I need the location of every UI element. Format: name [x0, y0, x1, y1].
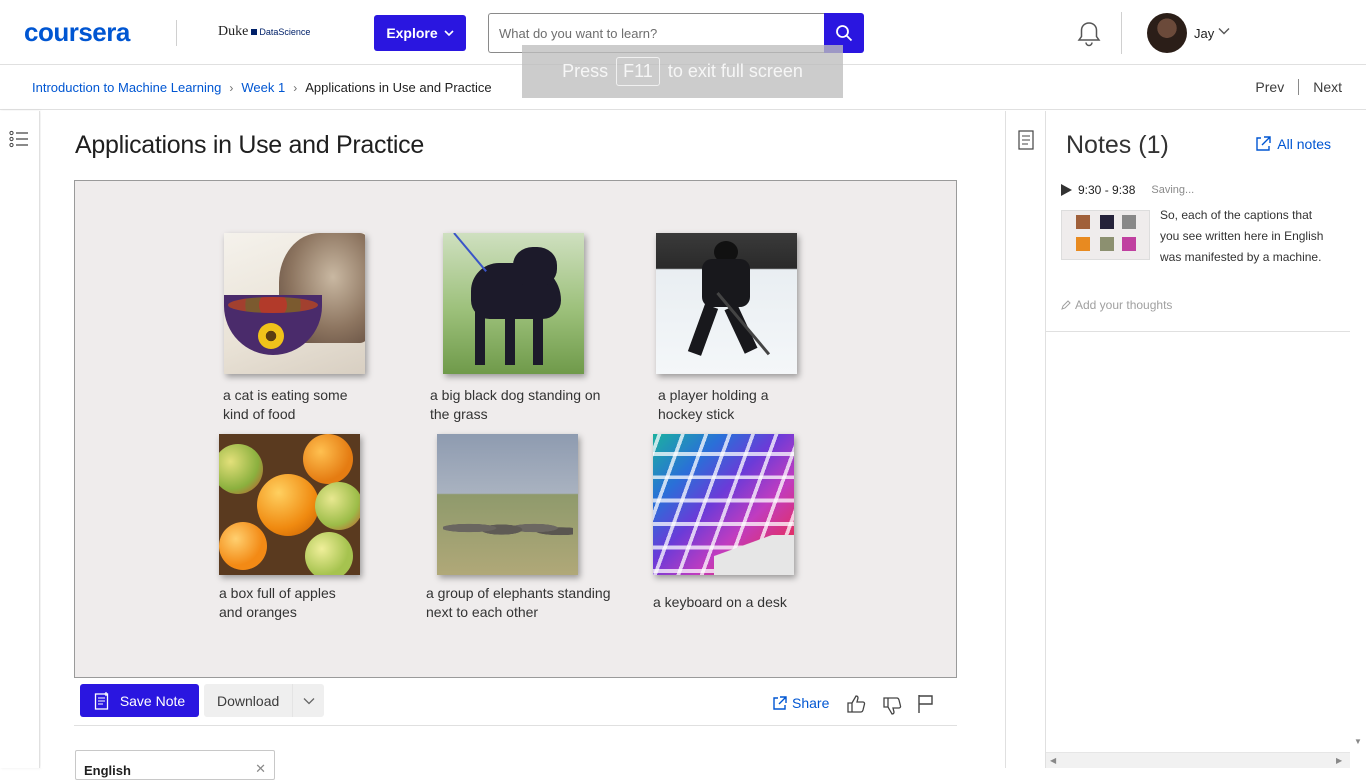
header-divider	[1121, 12, 1122, 54]
fullscreen-hint-after: to exit full screen	[667, 61, 803, 81]
scroll-left-icon[interactable]: ◀	[1050, 756, 1056, 765]
breadcrumb-week-link[interactable]: Week 1	[241, 80, 285, 95]
thumbs-up-icon[interactable]	[846, 694, 866, 714]
notes-divider	[1046, 331, 1366, 332]
coursera-logo[interactable]: coursera	[24, 17, 130, 48]
scroll-down-icon[interactable]: ▼	[1354, 737, 1362, 746]
external-link-icon	[1256, 136, 1271, 151]
download-button[interactable]: Download	[204, 684, 324, 717]
explore-button[interactable]: Explore	[374, 15, 466, 51]
partner-sub: DataScience	[251, 27, 310, 37]
course-outline-rail	[0, 111, 40, 768]
partner-name: Duke	[218, 24, 249, 39]
fruit-image	[219, 434, 360, 575]
keyboard-image	[653, 434, 794, 575]
partner-logo[interactable]: Duke DataScience	[218, 24, 310, 40]
caption-5: a group of elephants standing next to ea…	[426, 585, 611, 620]
close-icon[interactable]: ✕	[255, 761, 266, 777]
flag-icon[interactable]	[917, 694, 935, 714]
user-name[interactable]: Jay	[1194, 26, 1214, 41]
page-title: Applications in Use and Practice	[75, 131, 424, 159]
all-notes-label: All notes	[1277, 136, 1331, 152]
next-link[interactable]: Next	[1313, 79, 1342, 95]
caption-3: a player holding a hockey stick	[658, 387, 769, 422]
notes-title: Notes (1)	[1066, 131, 1169, 159]
note-text[interactable]: So, each of the captions that you see wr…	[1160, 205, 1330, 268]
download-dropdown[interactable]	[292, 684, 324, 717]
elephants-image	[437, 434, 578, 575]
list-icon[interactable]	[9, 130, 29, 148]
breadcrumb-current: Applications in Use and Practice	[305, 80, 492, 95]
share-icon	[773, 696, 787, 710]
caption-1: a cat is eating some kind of food	[223, 387, 348, 422]
share-label: Share	[792, 695, 830, 711]
save-note-label: Save Note	[119, 692, 186, 709]
prev-link[interactable]: Prev	[1255, 79, 1284, 95]
fullscreen-hint-before: Press	[562, 61, 609, 81]
thumbs-down-icon[interactable]	[882, 696, 902, 716]
save-note-button[interactable]: Save Note	[80, 684, 199, 717]
all-notes-link[interactable]: All notes	[1255, 136, 1331, 152]
notes-rail	[1005, 111, 1046, 768]
caption-4: a box full of apples and oranges	[219, 585, 336, 620]
scroll-right-icon[interactable]: ▶	[1336, 756, 1342, 765]
vertical-scrollbar[interactable]: ▼	[1350, 111, 1366, 768]
lecture-content: Applications in Use and Practice a cat i…	[41, 111, 1005, 768]
language-select[interactable]: English ✕	[75, 750, 275, 780]
note-timestamp[interactable]: 9:30 - 9:38 Saving...	[1060, 183, 1194, 197]
breadcrumb-course-link[interactable]: Introduction to Machine Learning	[32, 80, 221, 95]
caption-2: a big black dog standing on the grass	[430, 387, 601, 422]
bell-icon[interactable]	[1076, 20, 1102, 48]
logo-divider	[176, 20, 177, 46]
note-thumbnail[interactable]	[1061, 210, 1150, 260]
search-icon	[836, 25, 853, 42]
explore-label: Explore	[386, 25, 438, 41]
chevron-down-icon	[303, 697, 314, 704]
fullscreen-hint: Press F11 to exit full screen	[522, 45, 843, 98]
horizontal-scrollbar[interactable]: ◀ ▶	[1046, 752, 1350, 768]
lecture-action-bar: Save Note Download Share	[74, 684, 957, 726]
play-icon	[1061, 184, 1072, 196]
notes-icon[interactable]	[1018, 130, 1034, 150]
add-thoughts-field[interactable]: Add your thoughts	[1061, 298, 1172, 312]
add-thoughts-label: Add your thoughts	[1075, 298, 1173, 312]
hockey-player-image	[656, 233, 797, 374]
prev-next-nav: Prev Next	[1255, 79, 1342, 95]
nav-divider	[1298, 79, 1300, 95]
fullscreen-hint-key: F11	[616, 57, 660, 86]
download-label: Download	[217, 692, 280, 709]
breadcrumb: Introduction to Machine Learning › Week …	[32, 80, 492, 95]
chevron-down-icon	[444, 30, 454, 36]
video-player[interactable]: a cat is eating some kind of food a big …	[74, 180, 957, 678]
share-button[interactable]: Share	[772, 695, 829, 711]
note-add-icon	[94, 691, 108, 710]
pencil-icon	[1061, 300, 1071, 310]
language-selected: English	[84, 763, 131, 778]
dog-image	[443, 233, 584, 374]
note-time-range: 9:30 - 9:38	[1078, 183, 1136, 197]
cat-image	[224, 233, 365, 374]
chevron-right-icon: ›	[293, 80, 298, 95]
avatar[interactable]	[1147, 13, 1187, 53]
note-status: Saving...	[1151, 184, 1195, 196]
chevron-right-icon: ›	[229, 80, 234, 95]
caption-6: a keyboard on a desk	[653, 594, 787, 610]
notes-panel: Notes (1) All notes 9:30 - 9:38 Saving..…	[1046, 111, 1366, 768]
chevron-down-icon[interactable]	[1218, 27, 1230, 35]
